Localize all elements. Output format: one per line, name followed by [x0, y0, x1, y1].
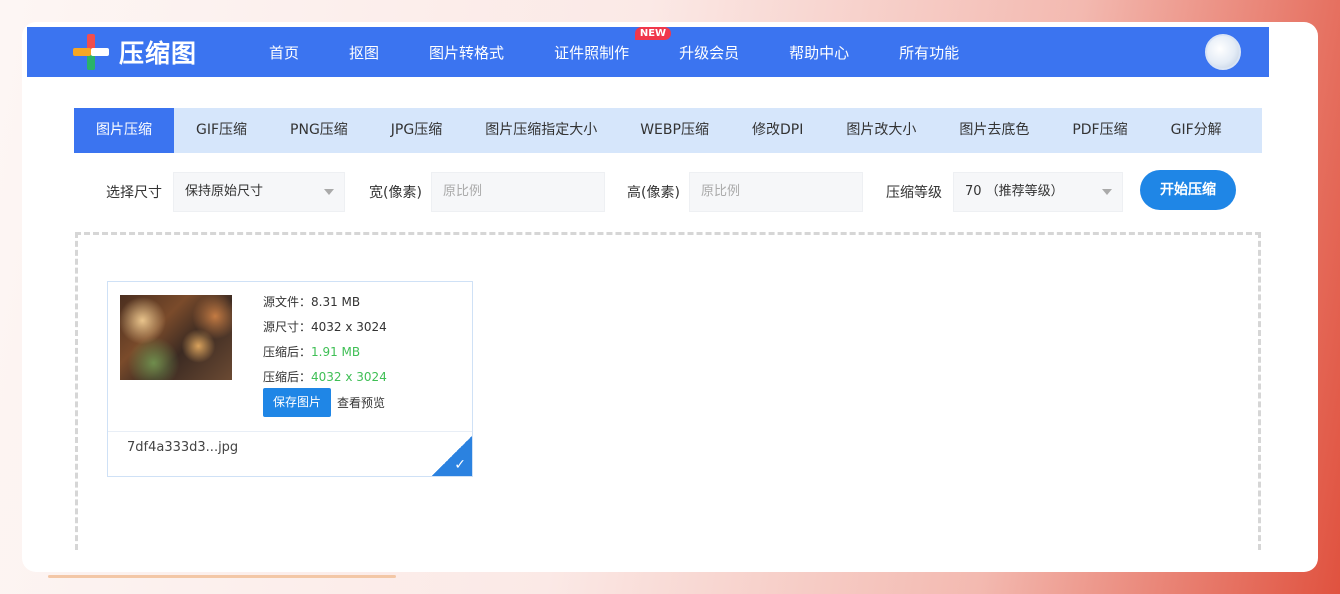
compress-options: 选择尺寸 保持原始尺寸 宽(像素) 原比例 高(像素) 原比例 压缩等级 70 …	[84, 170, 1236, 214]
image-thumbnail[interactable]	[120, 295, 232, 380]
tool-tabs: 图片压缩 GIF压缩 PNG压缩 JPG压缩 图片压缩指定大小 WEBP压缩 修…	[74, 108, 1262, 153]
nav-upgrade-membership[interactable]: 升级会员	[679, 42, 739, 63]
tab-modify-dpi[interactable]: 修改DPI	[752, 108, 803, 153]
width-label: 宽(像素)	[369, 185, 422, 201]
main-nav: 首页 抠图 图片转格式 证件照制作 NEW 升级会员 帮助中心 所有功能	[269, 26, 959, 63]
source-size: 源文件：8.31 MB	[263, 295, 361, 309]
compressed-size-label: 压缩后：	[263, 345, 312, 359]
level-label: 压缩等级	[886, 185, 942, 201]
tab-webp-compress[interactable]: WEBP压缩	[640, 108, 709, 153]
tab-remove-background-color[interactable]: 图片去底色	[959, 108, 1029, 153]
height-label: 高(像素)	[627, 185, 680, 201]
compressed-size-value: 1.91 MB	[311, 345, 361, 359]
tab-compress-to-size[interactable]: 图片压缩指定大小	[485, 108, 597, 153]
nav-convert-format[interactable]: 图片转格式	[429, 42, 504, 63]
user-avatar[interactable]	[1205, 34, 1241, 70]
nav-home[interactable]: 首页	[269, 42, 299, 63]
nav-help-center[interactable]: 帮助中心	[789, 42, 849, 63]
source-dimensions: 源尺寸：4032 x 3024	[263, 320, 387, 334]
save-image-button[interactable]: 保存图片	[263, 388, 332, 417]
file-actions: 保存图片 查看预览	[263, 388, 385, 417]
tab-png-compress[interactable]: PNG压缩	[290, 108, 348, 153]
size-label: 选择尺寸	[106, 185, 162, 201]
view-preview-link[interactable]: 查看预览	[337, 394, 385, 411]
start-compress-button[interactable]: 开始压缩	[1140, 170, 1236, 210]
nav-all-features[interactable]: 所有功能	[899, 42, 959, 63]
compressed-dimensions-label: 压缩后：	[263, 370, 312, 384]
level-select[interactable]: 70 （推荐等级）	[953, 172, 1123, 212]
tab-jpg-compress[interactable]: JPG压缩	[391, 108, 442, 153]
tab-resize-image[interactable]: 图片改大小	[846, 108, 916, 153]
brand-logo[interactable]: 压缩图	[73, 34, 197, 70]
top-navbar: 压缩图 首页 抠图 图片转格式 证件照制作 NEW 升级会员 帮助中心 所有功能	[27, 26, 1269, 77]
width-input[interactable]: 原比例	[431, 172, 605, 212]
file-info: 源文件：8.31 MB 源尺寸：4032 x 3024 压缩后：1.91 MB …	[263, 290, 387, 390]
brand-name: 压缩图	[119, 39, 198, 68]
compressed-size-row: 压缩后：1.91 MB	[263, 340, 387, 365]
tab-gif-split[interactable]: GIF分解	[1171, 108, 1222, 153]
tab-pdf-compress[interactable]: PDF压缩	[1072, 108, 1127, 153]
chevron-down-icon	[324, 189, 334, 195]
decorative-underline	[48, 575, 396, 578]
check-icon: ✓	[454, 457, 466, 473]
done-corner	[432, 436, 472, 476]
size-select-value: 保持原始尺寸	[185, 184, 264, 199]
height-input[interactable]: 原比例	[689, 172, 863, 212]
logo-cross-icon	[73, 34, 109, 70]
file-card: 源文件：8.31 MB 源尺寸：4032 x 3024 压缩后：1.91 MB …	[107, 281, 473, 477]
level-select-value: 70 （推荐等级）	[965, 184, 1064, 199]
compressed-dimensions-value: 4032 x 3024	[311, 370, 387, 384]
divider	[108, 431, 472, 432]
compressed-dimensions-row: 压缩后：4032 x 3024	[263, 365, 387, 390]
tab-gif-compress[interactable]: GIF压缩	[196, 108, 247, 153]
nav-id-photo-label: 证件照制作	[554, 43, 630, 62]
new-badge: NEW	[634, 26, 672, 40]
file-name: 7df4a333d3...jpg	[127, 440, 239, 455]
chevron-down-icon	[1102, 189, 1112, 195]
nav-id-photo[interactable]: 证件照制作 NEW	[554, 26, 672, 63]
nav-cutout[interactable]: 抠图	[349, 42, 379, 63]
tab-image-compress[interactable]: 图片压缩	[74, 108, 174, 153]
size-select[interactable]: 保持原始尺寸	[173, 172, 345, 212]
